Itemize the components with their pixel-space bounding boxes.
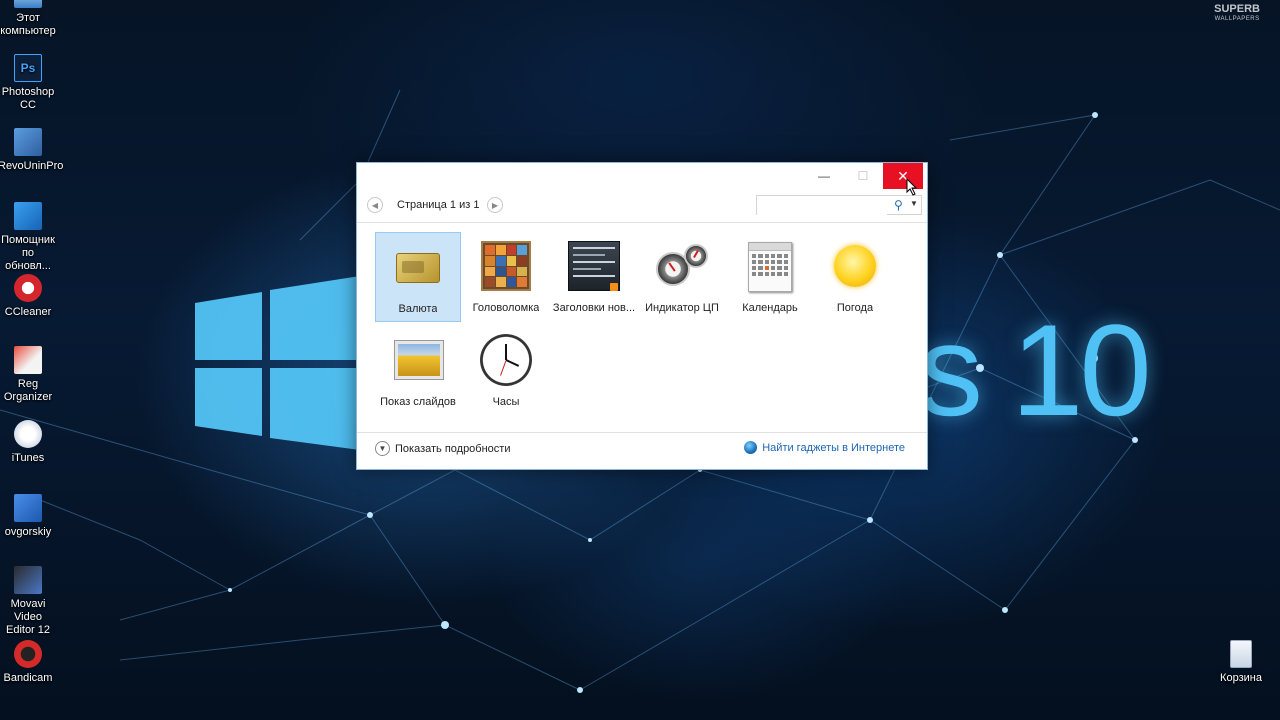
gadget-cpu-meter[interactable]: Индикатор ЦП xyxy=(639,232,725,322)
windows-logo-icon xyxy=(14,202,42,230)
desktop: s 10 SUPERB WALLPAPERS Этот компьютер Ps… xyxy=(0,0,1280,720)
user-folder-icon xyxy=(14,494,42,522)
next-page-button[interactable]: ▶ xyxy=(487,197,503,213)
puzzle-icon xyxy=(478,238,534,294)
desktop-icon-revo-uninstaller[interactable]: RevoUninPro xyxy=(0,128,63,173)
gadget-slideshow[interactable]: Показ слайдов xyxy=(375,326,461,416)
desktop-icon-update-assistant[interactable]: Помощник по обновл... xyxy=(0,202,56,273)
reg-organizer-icon xyxy=(14,346,42,374)
calendar-icon xyxy=(742,238,798,294)
gadget-currency[interactable]: Валюта xyxy=(375,232,461,322)
desktop-icon-bandicam[interactable]: Bandicam xyxy=(0,640,56,685)
dialog-footer: ▼ Показать подробности Найти гаджеты в И… xyxy=(357,435,927,463)
ccleaner-icon xyxy=(14,274,42,302)
desktop-icon-user-folder[interactable]: ovgorskiy xyxy=(0,494,56,539)
gadget-puzzle[interactable]: Головоломка xyxy=(463,232,549,322)
gadget-clock[interactable]: Часы xyxy=(463,326,549,416)
chevron-down-icon: ▼ xyxy=(375,441,390,456)
desktop-icon-movavi[interactable]: Movavi Video Editor 12 xyxy=(0,566,56,637)
gadgets-dialog: — ☐ ✕ ◀ Страница 1 из 1 ▶ ⚲ ▼ Валюта Гол… xyxy=(356,162,928,470)
recycle-bin-icon xyxy=(1230,640,1252,668)
gadget-weather[interactable]: Погода xyxy=(812,232,898,322)
dialog-titlebar[interactable]: — ☐ ✕ xyxy=(357,163,927,191)
get-gadgets-online-link[interactable]: Найти гаджеты в Интернете xyxy=(744,441,905,454)
page-indicator: Страница 1 из 1 xyxy=(397,199,480,211)
maximize-button[interactable]: ☐ xyxy=(843,163,883,189)
computer-icon xyxy=(14,0,42,8)
gadget-news-headlines[interactable]: Заголовки нов... xyxy=(551,232,637,322)
show-details-button[interactable]: ▼ Показать подробности xyxy=(375,441,510,456)
search-input[interactable] xyxy=(757,197,887,215)
weather-sun-icon xyxy=(827,238,883,294)
page-navigation: ◀ Страница 1 из 1 ▶ ⚲ ▼ xyxy=(357,193,927,221)
currency-icon xyxy=(390,239,446,295)
chevron-down-icon[interactable]: ▼ xyxy=(910,199,918,208)
windows-10-wallpaper-text: s 10 xyxy=(918,297,1152,443)
search-icon[interactable]: ⚲ xyxy=(894,198,903,212)
bandicam-icon xyxy=(14,640,42,668)
slideshow-icon xyxy=(390,332,446,388)
wallpaper-watermark: SUPERB WALLPAPERS xyxy=(1214,3,1260,23)
globe-icon xyxy=(744,441,758,454)
itunes-icon xyxy=(14,420,42,448)
clock-icon xyxy=(478,332,534,388)
desktop-icon-ccleaner[interactable]: CCleaner xyxy=(0,274,56,319)
desktop-icon-itunes[interactable]: iTunes xyxy=(0,420,56,465)
news-headlines-icon xyxy=(566,238,622,294)
photoshop-icon: Ps xyxy=(14,54,42,82)
desktop-icon-recycle-bin[interactable]: Корзина xyxy=(1213,640,1269,685)
desktop-icon-photoshop[interactable]: Ps Photoshop CC xyxy=(0,54,56,112)
revo-uninstaller-icon xyxy=(14,128,42,156)
movavi-icon xyxy=(14,566,42,594)
desktop-icon-this-pc[interactable]: Этот компьютер xyxy=(0,0,56,38)
minimize-button[interactable]: — xyxy=(804,163,844,189)
divider xyxy=(357,432,927,433)
desktop-icon-reg-organizer[interactable]: Reg Organizer xyxy=(0,346,56,404)
search-box: ⚲ ▼ xyxy=(756,195,922,215)
prev-page-button[interactable]: ◀ xyxy=(367,197,383,213)
cpu-meter-icon xyxy=(654,238,710,294)
mouse-cursor-icon xyxy=(906,178,918,196)
gadget-calendar[interactable]: Календарь xyxy=(727,232,813,322)
divider xyxy=(357,222,927,223)
